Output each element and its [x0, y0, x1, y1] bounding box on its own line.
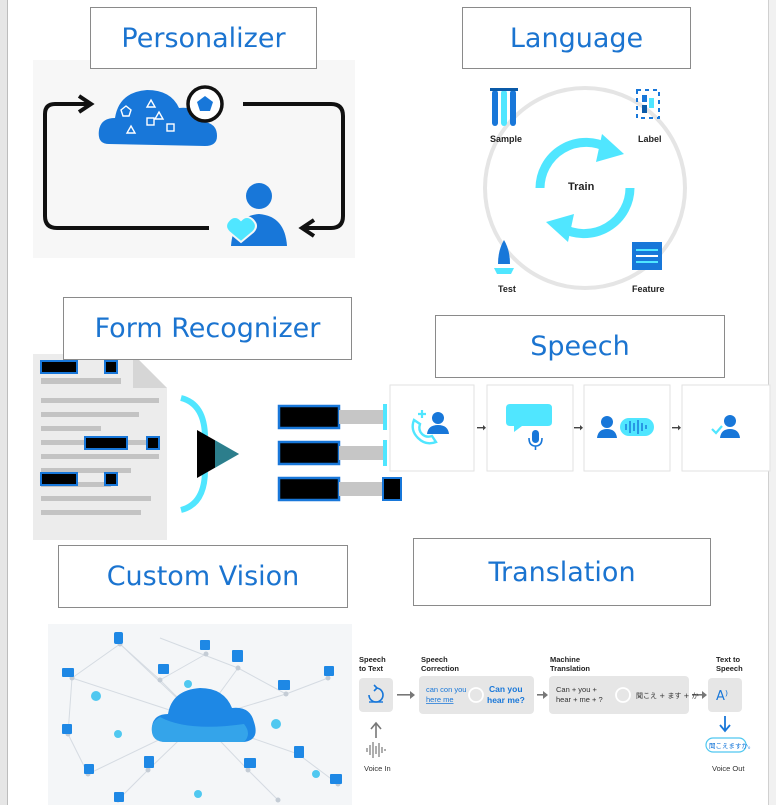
personalizer-illustration — [33, 60, 355, 258]
waveform-icon — [366, 742, 386, 758]
sc-header-2: Correction — [421, 664, 459, 673]
test-text: Test — [498, 284, 516, 294]
mt-input-1: Can + you + — [556, 685, 597, 694]
arrow-down-icon — [719, 716, 731, 733]
feature-text: Feature — [632, 284, 665, 294]
feature-icon — [632, 242, 662, 270]
left-window-edge — [0, 0, 8, 805]
voice-user-icon — [597, 416, 654, 438]
voice-in-text: Voice In — [364, 764, 391, 773]
translation-label: Translation — [413, 538, 711, 606]
speech-illustration — [388, 384, 776, 472]
arrow-up-icon — [370, 721, 382, 738]
label-text: Label — [638, 134, 662, 144]
mt-header-2: Translation — [550, 664, 590, 673]
tts-icon: A⁾ — [716, 689, 728, 704]
train-text: Train — [568, 181, 595, 193]
custom-vision-illustration — [48, 624, 352, 805]
stt-header-2: to Text — [359, 664, 384, 673]
correction-input-1: can con you — [426, 685, 466, 694]
form-recognizer-illustration — [33, 354, 413, 540]
mt-header: Machine — [550, 655, 580, 664]
sample-text: Sample — [490, 134, 522, 144]
custom-vision-label: Custom Vision — [58, 545, 348, 608]
user-icon — [246, 183, 272, 209]
tts-header: Text to — [716, 655, 740, 664]
speech-label: Speech — [435, 315, 725, 378]
personalizer-label: Personalizer — [90, 7, 317, 69]
voice-out-jp: 聞こえますか。 — [709, 742, 754, 750]
tts-header-2: Speech — [716, 664, 743, 673]
voice-out-text: Voice Out — [712, 764, 745, 773]
form-recognizer-label: Form Recognizer — [63, 297, 352, 360]
sc-header: Speech — [421, 655, 448, 664]
language-illustration: Sample Label Train Test Feature — [470, 74, 700, 296]
correction-input-2: here me — [426, 695, 454, 704]
stt-header: Speech — [359, 655, 386, 664]
language-label: Language — [462, 7, 691, 69]
correction-output-1: Can you — [489, 684, 523, 694]
mt-output: 聞こえ + ます + か — [636, 692, 699, 700]
translation-illustration: Speech to Text Speech Correction Machine… — [356, 650, 768, 775]
correction-output-2: hear me? — [487, 695, 525, 705]
mt-input-2: hear + me + ? — [556, 695, 603, 704]
test-tubes-icon — [490, 88, 518, 126]
